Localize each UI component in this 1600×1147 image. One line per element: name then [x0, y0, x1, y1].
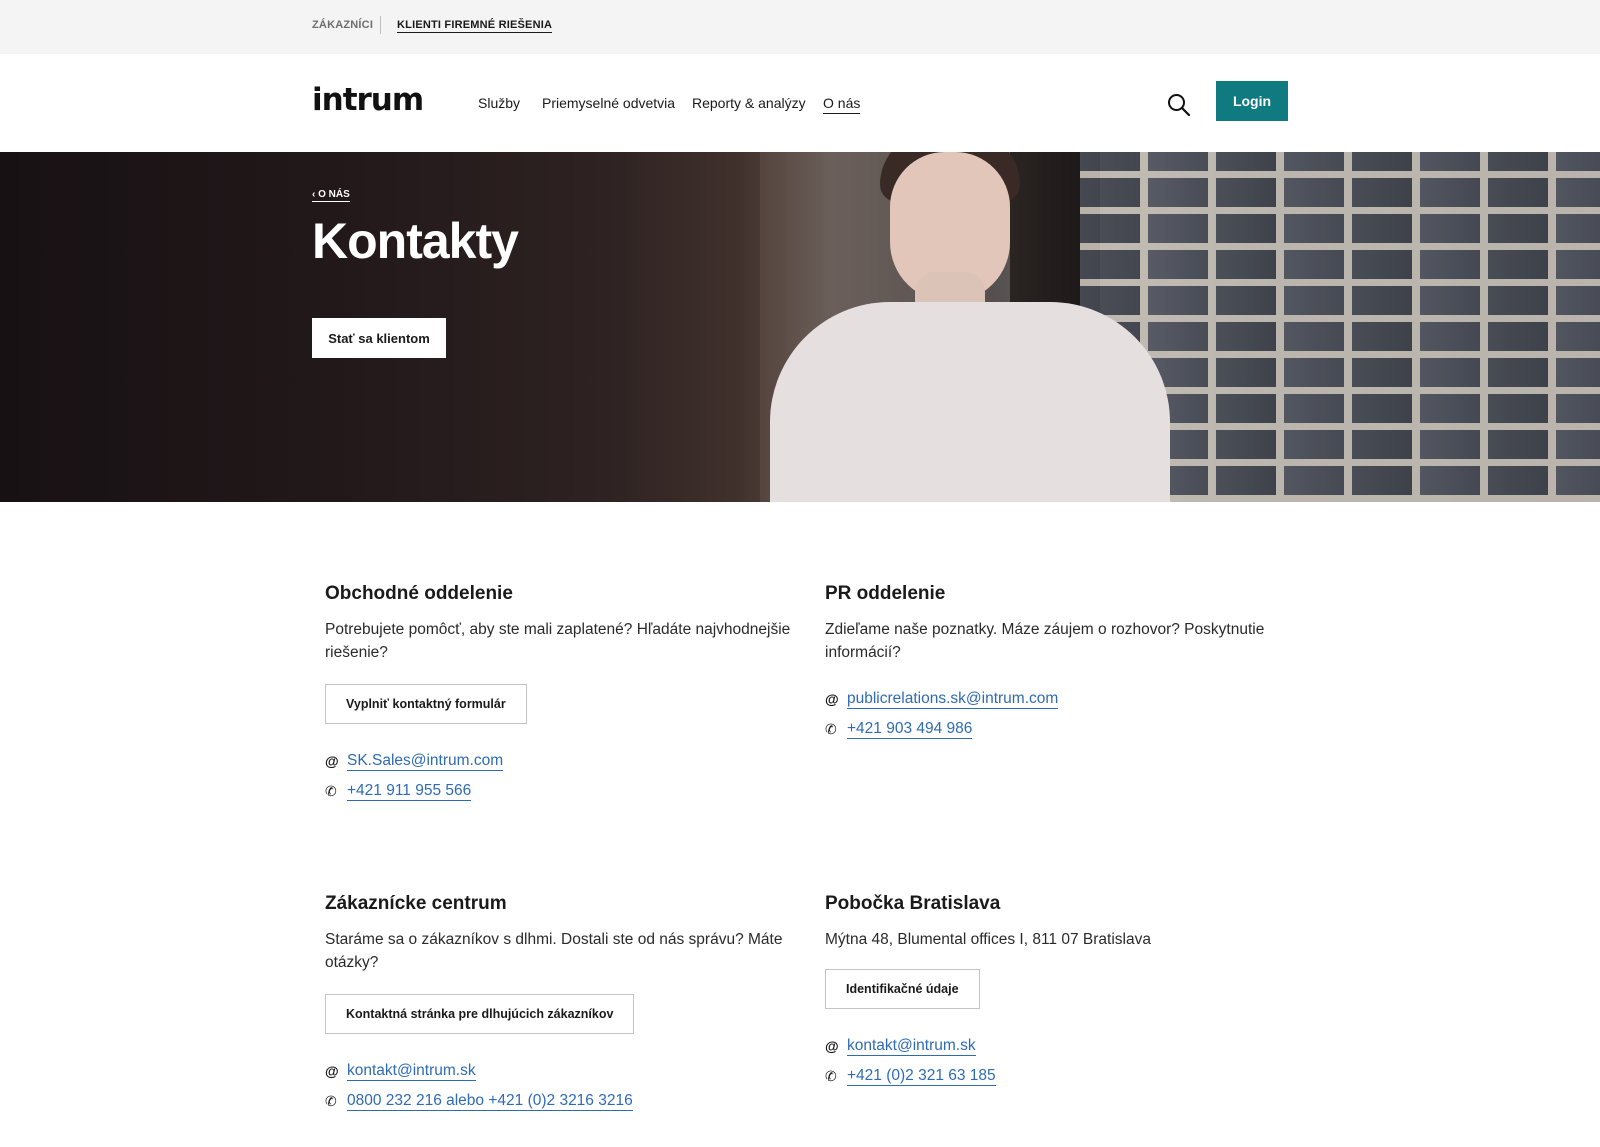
contact-card-sales: Obchodné oddelenie Potrebujete pomôcť, a… [325, 583, 795, 806]
become-client-button[interactable]: Stať sa klientom [312, 318, 446, 358]
identification-data-button[interactable]: Identifikačné údaje [825, 969, 980, 1009]
audience-bar: ZÁKAZNÍCI KLIENTI FIREMNÉ RIEŠENIA [0, 0, 1600, 54]
email-icon: @ [325, 1063, 339, 1079]
email-link[interactable]: kontakt@intrum.sk [847, 1036, 976, 1056]
nav-item-reports[interactable]: Reporty & analýzy [692, 95, 806, 111]
phone-icon: ✆ [825, 720, 837, 737]
phone-row: ✆ +421 (0)2 321 63 185 [825, 1061, 1295, 1091]
nav-item-services[interactable]: Služby [478, 95, 520, 111]
phone-icon: ✆ [325, 1092, 337, 1109]
email-row: @ publicrelations.sk@intrum.com [825, 684, 1295, 714]
phone-row: ✆ +421 903 494 986 [825, 714, 1295, 744]
email-icon: @ [825, 1038, 839, 1054]
phone-link[interactable]: +421 911 955 566 [347, 781, 472, 801]
phone-row: ✆ +421 911 955 566 [325, 776, 795, 806]
phone-link[interactable]: +421 (0)2 321 63 185 [847, 1066, 996, 1086]
audience-link-business[interactable]: KLIENTI FIREMNÉ RIEŠENIA [397, 19, 553, 33]
page-title: Kontakty [312, 213, 519, 269]
debtor-contact-page-button[interactable]: Kontaktná stránka pre dlhujúcich zákazní… [325, 994, 635, 1034]
card-description: Staráme sa o zákazníkov s dlhmi. Dostali… [325, 931, 783, 971]
email-row: @ kontakt@intrum.sk [325, 1056, 795, 1086]
card-description: Zdieľame naše poznatky. Máze záujem o ro… [825, 621, 1265, 661]
phone-link[interactable]: 0800 232 216 alebo +421 (0)2 3216 3216 [347, 1091, 633, 1111]
contact-card-customer-center: Zákaznícke centrum Staráme sa o zákazník… [325, 893, 795, 1116]
card-title: PR oddelenie [825, 583, 946, 604]
audience-link-customers[interactable]: ZÁKAZNÍCI [312, 19, 373, 31]
email-icon: @ [825, 691, 839, 707]
email-icon: @ [325, 753, 339, 769]
search-icon[interactable] [1166, 92, 1192, 118]
email-link[interactable]: SK.Sales@intrum.com [347, 751, 504, 771]
phone-row: ✆ 0800 232 216 alebo +421 (0)2 3216 3216 [325, 1086, 795, 1116]
email-link[interactable]: publicrelations.sk@intrum.com [847, 689, 1059, 709]
intrum-logo[interactable]: intrum [312, 82, 424, 118]
nav-item-about[interactable]: O nás [823, 95, 861, 114]
audience-divider [380, 16, 381, 34]
card-title: Pobočka Bratislava [825, 893, 1001, 914]
contact-card-pr: PR oddelenie Zdieľame naše poznatky. Máz… [825, 583, 1295, 744]
email-row: @ kontakt@intrum.sk [825, 1031, 1295, 1061]
card-description: Potrebujete pomôcť, aby ste mali zaplate… [325, 621, 791, 661]
nav-item-industries[interactable]: Priemyselné odvetvia [542, 95, 675, 111]
phone-link[interactable]: +421 903 494 986 [847, 719, 973, 739]
email-row: @ SK.Sales@intrum.com [325, 746, 795, 776]
login-button[interactable]: Login [1216, 81, 1288, 121]
card-title: Obchodné oddelenie [325, 583, 513, 604]
site-header: intrum Služby Priemyselné odvetvia Repor… [0, 54, 1600, 152]
contact-form-button[interactable]: Vyplniť kontaktný formulár [325, 684, 527, 724]
breadcrumb-about[interactable]: ‹ O NÁS [312, 189, 350, 202]
phone-icon: ✆ [825, 1067, 837, 1084]
card-title: Zákaznícke centrum [325, 893, 507, 914]
phone-icon: ✆ [325, 782, 337, 799]
hero-banner: ‹ O NÁS Kontakty Stať sa klientom [0, 152, 1600, 502]
card-address: Mýtna 48, Blumental offices I, 811 07 Br… [825, 931, 1151, 948]
email-link[interactable]: kontakt@intrum.sk [347, 1061, 476, 1081]
contact-card-bratislava: Pobočka Bratislava Mýtna 48, Blumental o… [825, 893, 1295, 1091]
